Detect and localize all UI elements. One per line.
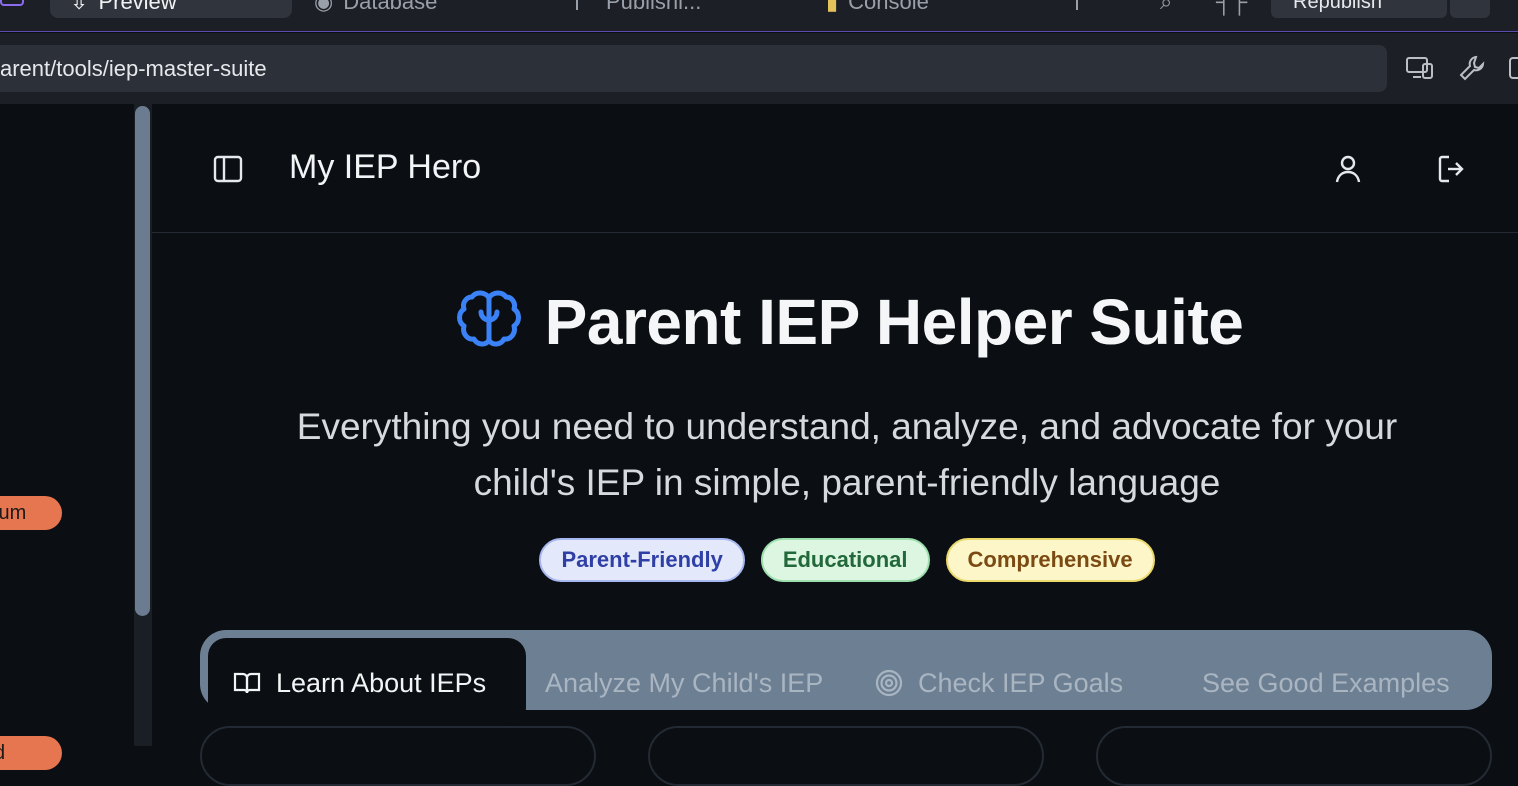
page-subtitle: Everything you need to understand, analy… xyxy=(212,399,1482,511)
tab-good-examples[interactable]: See Good Examples xyxy=(1202,638,1450,726)
url-text: arent/tools/iep-master-suite xyxy=(0,55,267,81)
badge-parent-friendly: Parent-Friendly xyxy=(539,538,745,582)
url-field[interactable]: arent/tools/iep-master-suite xyxy=(0,45,1387,92)
tab-label: Learn About IEPs xyxy=(276,668,487,698)
tool-card[interactable] xyxy=(648,726,1044,786)
tab-publishing[interactable]: Publishi... xyxy=(606,0,701,18)
address-bar-row: arent/tools/iep-master-suite xyxy=(0,33,1518,104)
tab-label: Check IEP Goals xyxy=(918,668,1124,698)
subtitle-line: child's IEP in simple, parent-friendly l… xyxy=(473,462,1221,503)
tab-label: See Good Examples xyxy=(1202,668,1450,698)
left-pane-scrollbar[interactable] xyxy=(134,104,152,746)
responsive-devices-icon[interactable] xyxy=(1405,53,1435,83)
brain-icon xyxy=(456,290,521,347)
tab-learn-about-ieps[interactable]: Learn About IEPs xyxy=(208,638,526,726)
app-logo-icon xyxy=(0,0,24,6)
priority-badge: d xyxy=(0,736,62,770)
tab-check-goals[interactable]: Check IEP Goals xyxy=(874,638,1123,726)
app-header: My IEP Hero xyxy=(152,104,1518,233)
tab-preview[interactable]: ⇩ Preview xyxy=(50,0,292,18)
tab-console[interactable]: ▮ Console xyxy=(826,0,929,18)
wrench-icon[interactable] xyxy=(1457,53,1487,83)
more-button[interactable] xyxy=(1450,0,1490,18)
tab-database[interactable]: ◉ Database xyxy=(314,0,437,18)
tab-database-label: Database xyxy=(343,0,438,14)
book-open-icon xyxy=(233,672,261,694)
tab-label: Analyze My Child's IEP xyxy=(545,668,824,698)
target-icon xyxy=(875,669,903,697)
badge-comprehensive: Comprehensive xyxy=(945,538,1155,582)
hero-title-row: Parent IEP Helper Suite xyxy=(152,284,1518,360)
tab-preview-label: Preview xyxy=(98,0,177,14)
tab-divider xyxy=(1076,0,1078,10)
tool-tabs: Learn About IEPs Analyze My Child's IEP … xyxy=(200,630,1492,726)
badge-educational: Educational xyxy=(760,538,930,582)
tab-publishing-label: Publishi... xyxy=(606,0,702,14)
ide-tab-strip: ⇩ Preview ◉ Database Publishi... ▮ Conso… xyxy=(0,0,1518,32)
tab-analyze-iep[interactable]: Analyze My Child's IEP xyxy=(545,638,823,726)
left-pane: ium d xyxy=(0,104,135,770)
subtitle-line: Everything you need to understand, analy… xyxy=(296,406,1398,447)
app-view: My IEP Hero Parent IEP Helper Suite Ever… xyxy=(152,104,1518,786)
republish-label: Republish xyxy=(1293,0,1382,13)
feature-badges: Parent-Friendly Educational Comprehensiv… xyxy=(152,538,1518,582)
priority-badge-label: ium xyxy=(0,501,27,524)
console-icon: ▮ xyxy=(826,0,839,14)
sidebar-toggle-icon[interactable] xyxy=(1508,53,1518,83)
panels-icon[interactable]: ┤├ xyxy=(1216,0,1247,18)
database-icon: ◉ xyxy=(314,0,334,14)
scrollbar-thumb[interactable] xyxy=(135,106,150,616)
user-icon[interactable] xyxy=(1331,152,1365,186)
republish-button[interactable]: Republish xyxy=(1271,0,1447,18)
logout-icon[interactable] xyxy=(1435,152,1469,186)
search-icon[interactable]: ⌕ xyxy=(1160,0,1172,18)
tool-card[interactable] xyxy=(1096,726,1492,786)
priority-badge: ium xyxy=(0,496,62,530)
preview-icon: ⇩ xyxy=(70,0,89,14)
tab-divider xyxy=(576,0,578,10)
brand-title[interactable]: My IEP Hero xyxy=(289,148,481,187)
tool-card[interactable] xyxy=(200,726,596,786)
priority-badge-label: d xyxy=(0,742,5,765)
sidebar-toggle-icon[interactable] xyxy=(211,152,245,186)
page-title: Parent IEP Helper Suite xyxy=(544,286,1244,358)
tab-console-label: Console xyxy=(848,0,929,14)
